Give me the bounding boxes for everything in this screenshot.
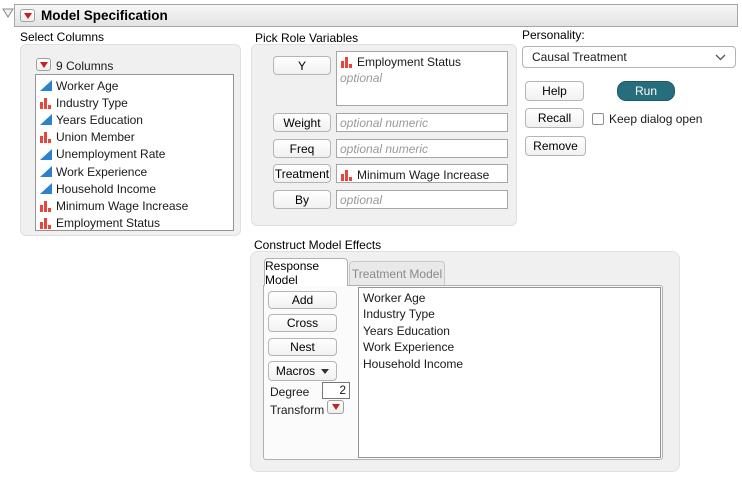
column-item-label: Union Member xyxy=(56,130,135,145)
red-triangle-menu-icon[interactable] xyxy=(20,9,35,22)
column-item-label: Work Experience xyxy=(56,164,148,179)
nominal-icon xyxy=(39,131,52,144)
select-columns-label: Select Columns xyxy=(20,30,105,44)
y-role-value: Employment Status xyxy=(357,54,462,69)
column-item[interactable]: Years Education xyxy=(39,111,233,128)
freq-role-button[interactable]: Freq xyxy=(273,139,331,158)
effect-item[interactable]: Worker Age xyxy=(363,290,656,306)
column-item-label: Minimum Wage Increase xyxy=(56,198,189,213)
keep-dialog-open-checkbox[interactable] xyxy=(592,113,604,125)
treatment-role-box[interactable]: Minimum Wage Increase xyxy=(336,164,508,183)
y-role-box[interactable]: Employment Status optional xyxy=(336,51,508,106)
model-effects-list[interactable]: Worker Age Industry Type Years Education Wo… xyxy=(358,287,661,458)
weight-role-box[interactable]: optional numeric xyxy=(336,113,508,132)
effect-item[interactable]: Industry Type xyxy=(363,306,656,322)
degree-input[interactable]: 2 xyxy=(322,382,350,399)
continuous-icon xyxy=(39,166,52,178)
by-role-box[interactable]: optional xyxy=(336,190,508,209)
continuous-icon xyxy=(39,80,52,92)
header-bar: Model Specification xyxy=(14,4,738,27)
effect-item[interactable]: Household Income xyxy=(363,356,656,372)
continuous-icon xyxy=(39,114,52,126)
personality-label: Personality: xyxy=(522,28,585,42)
model-specification-dialog: Model Specification Select Columns 9 Col… xyxy=(0,0,742,477)
macros-dropdown-icon xyxy=(321,368,330,374)
macros-button-label: Macros xyxy=(275,364,316,378)
column-item[interactable]: Household Income xyxy=(39,180,233,197)
continuous-icon xyxy=(39,183,52,195)
nest-button[interactable]: Nest xyxy=(268,338,337,356)
model-effects-label: Construct Model Effects xyxy=(254,238,382,252)
transform-menu-icon[interactable] xyxy=(327,400,344,414)
personality-dropdown[interactable]: Causal Treatment xyxy=(522,46,736,68)
transform-label: Transform xyxy=(270,403,325,417)
column-item-label: Worker Age xyxy=(56,78,119,93)
pick-roles-label: Pick Role Variables xyxy=(255,31,359,45)
column-item[interactable]: Worker Age xyxy=(39,77,233,94)
freq-role-placeholder: optional numeric xyxy=(340,142,429,156)
treatment-role-button[interactable]: Treatment xyxy=(273,164,331,183)
collapse-triangle-icon[interactable] xyxy=(2,8,14,22)
effect-item[interactable]: Years Education xyxy=(363,323,656,339)
column-item[interactable]: Employment Status xyxy=(39,215,233,231)
column-item[interactable]: Industry Type xyxy=(39,94,233,111)
columns-count-label: 9 Columns xyxy=(56,59,114,73)
nominal-icon xyxy=(39,97,52,109)
y-role-placeholder: optional xyxy=(340,71,383,85)
effect-item[interactable]: Work Experience xyxy=(363,339,656,355)
nominal-icon xyxy=(340,169,353,181)
treatment-role-entry[interactable]: Minimum Wage Increase xyxy=(340,166,504,182)
nominal-icon xyxy=(39,217,52,230)
nominal-icon xyxy=(340,56,353,68)
select-columns-list[interactable]: Worker Age Industry Type Years Education Un… xyxy=(35,74,234,231)
keep-dialog-open-label: Keep dialog open xyxy=(609,112,703,126)
freq-role-box[interactable]: optional numeric xyxy=(336,139,508,158)
macros-button[interactable]: Macros xyxy=(268,361,337,381)
column-item-label: Industry Type xyxy=(56,95,128,110)
y-role-entry[interactable]: Employment Status xyxy=(340,53,504,70)
tab-response-model[interactable]: Response Model xyxy=(264,258,348,287)
recall-button[interactable]: Recall xyxy=(525,108,584,128)
by-role-placeholder: optional xyxy=(340,193,383,207)
degree-label: Degree xyxy=(270,385,310,399)
cross-button[interactable]: Cross xyxy=(268,314,337,332)
column-item-label: Unemployment Rate xyxy=(56,147,166,162)
help-button[interactable]: Help xyxy=(525,81,584,101)
page-title: Model Specification xyxy=(41,8,168,23)
column-item[interactable]: Work Experience xyxy=(39,163,233,180)
column-item[interactable]: Union Member xyxy=(39,129,233,146)
y-role-button[interactable]: Y xyxy=(273,56,331,75)
columns-menu-icon[interactable] xyxy=(36,58,51,71)
weight-role-button[interactable]: Weight xyxy=(273,113,331,132)
weight-role-placeholder: optional numeric xyxy=(340,116,429,130)
column-item-label: Employment Status xyxy=(56,216,161,231)
column-item[interactable]: Minimum Wage Increase xyxy=(39,197,233,214)
remove-button[interactable]: Remove xyxy=(525,136,586,156)
column-item-label: Household Income xyxy=(56,181,157,196)
column-item-label: Years Education xyxy=(56,112,143,127)
run-button[interactable]: Run xyxy=(617,81,675,101)
continuous-icon xyxy=(39,148,52,160)
by-role-button[interactable]: By xyxy=(273,190,331,209)
chevron-down-icon xyxy=(715,54,726,61)
column-item[interactable]: Unemployment Rate xyxy=(39,146,233,163)
treatment-role-value: Minimum Wage Increase xyxy=(357,167,490,182)
nominal-icon xyxy=(39,200,52,212)
personality-selected-value: Causal Treatment xyxy=(532,50,627,64)
tab-treatment-model[interactable]: Treatment Model xyxy=(349,261,445,286)
add-button[interactable]: Add xyxy=(268,291,337,309)
